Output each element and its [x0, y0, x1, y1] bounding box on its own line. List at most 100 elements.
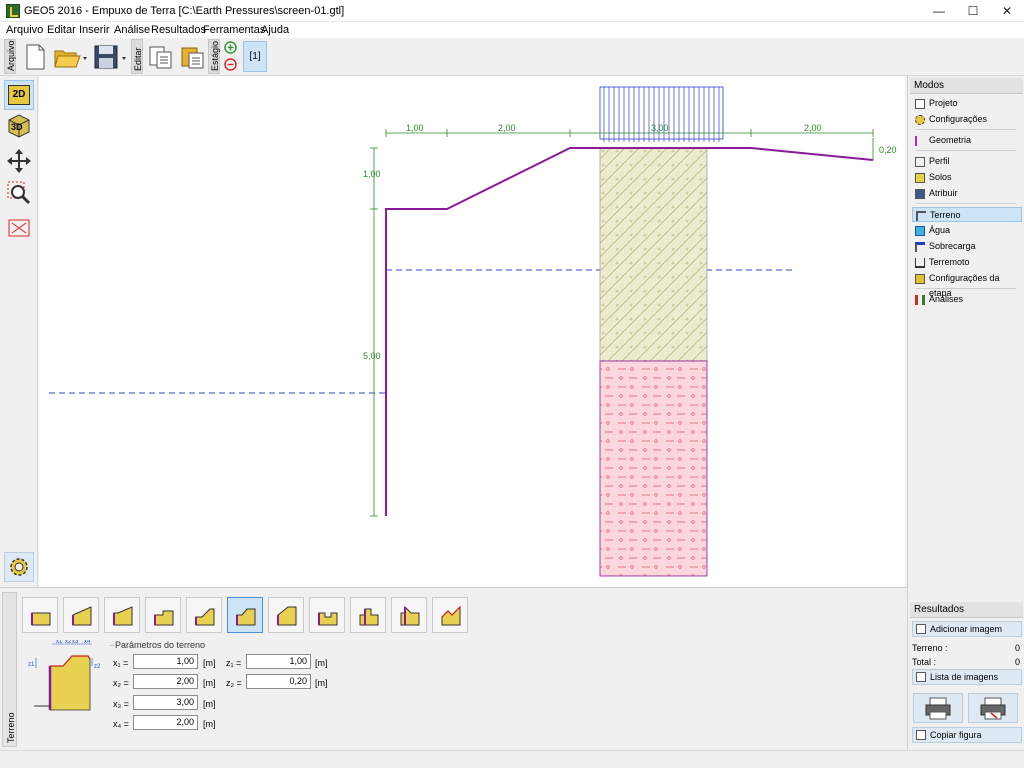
mode-projeto[interactable]: Projeto	[912, 96, 1022, 111]
z2-unit: [m]	[315, 678, 328, 688]
soils-icon	[915, 173, 925, 183]
menu-arquivo[interactable]: Arquivo	[6, 24, 43, 36]
x4-field[interactable]: 2,00	[133, 715, 198, 730]
terrain-type-2[interactable]	[63, 597, 99, 633]
results-total-row: Total : 0	[912, 657, 1022, 667]
image-list-label: Lista de imagens	[930, 672, 999, 682]
drawing-canvas[interactable]: 1,00 2,00 3,00 2,00 0,20 1,00 5,00	[39, 76, 905, 587]
image-list-button[interactable]: Lista de imagens	[912, 669, 1022, 685]
zoom-button[interactable]	[4, 178, 34, 208]
terrain-panel-tab: Terreno	[2, 592, 17, 747]
terrain-type-6[interactable]	[227, 597, 263, 633]
menu-inserir[interactable]: Inserir	[79, 24, 110, 36]
copy-data-icon	[149, 46, 172, 69]
terrain-type-5[interactable]	[186, 597, 222, 633]
view-3d-button[interactable]: 3D	[4, 111, 34, 141]
settings-button[interactable]	[4, 552, 34, 582]
mode-analises[interactable]: Análises	[912, 292, 1022, 307]
x2-label: x₂ =	[113, 678, 129, 688]
paste-data-button[interactable]	[178, 42, 208, 72]
new-file-button[interactable]	[20, 42, 50, 72]
gear-icon	[10, 558, 28, 576]
copy-figure-icon	[916, 730, 926, 740]
copy-figure-button[interactable]: Copiar figura	[912, 727, 1022, 743]
mode-solos[interactable]: Solos	[912, 170, 1022, 185]
dim-x3: 3,00	[651, 123, 669, 133]
menu-editar[interactable]: Editar	[47, 24, 76, 36]
stage-1-button[interactable]: [1]	[243, 41, 267, 72]
mode-analises-label: Análises	[929, 294, 964, 304]
open-folder-icon	[54, 50, 87, 68]
terrain-type-3[interactable]	[104, 597, 140, 633]
soil-layer-1[interactable]	[599, 147, 708, 362]
mode-atribuir[interactable]: Atribuir	[912, 186, 1022, 201]
toolbar-tab-arquivo-label: Arquivo	[6, 40, 16, 71]
diagram-x1-label: x1	[56, 640, 63, 645]
terrain-type-9[interactable]	[350, 597, 386, 633]
diagram-x3-label: x3	[72, 640, 79, 645]
mode-geometria[interactable]: Geometria	[912, 133, 1022, 148]
save-icon	[94, 45, 126, 69]
terrain-type-10[interactable]	[391, 597, 427, 633]
modes-separator	[916, 288, 1016, 289]
analysis-icon	[915, 295, 925, 305]
terrain-type-8[interactable]	[309, 597, 345, 633]
modes-separator	[916, 150, 1016, 151]
remove-stage-button[interactable]	[224, 58, 237, 71]
close-button[interactable]: ✕	[990, 0, 1024, 22]
toolbar-tab-estagio-label: Estágio	[210, 40, 220, 71]
print-preview-button[interactable]	[968, 693, 1018, 723]
soil-layer-2[interactable]	[599, 360, 708, 577]
dim-x4: 2,00	[804, 123, 822, 133]
wall-drawing: 1,00 2,00 3,00 2,00 0,20 1,00 5,00	[49, 86, 897, 577]
copy-data-button[interactable]	[146, 42, 176, 72]
minimize-button[interactable]: —	[922, 0, 956, 22]
mode-perfil[interactable]: Perfil	[912, 154, 1022, 169]
terrain-type-1[interactable]	[22, 597, 58, 633]
terrain-peak-icon	[400, 605, 420, 626]
terrain-type-7[interactable]	[268, 597, 304, 633]
x3-field[interactable]: 3,00	[133, 695, 198, 710]
mode-agua-label: Água	[929, 225, 951, 235]
mode-configuracoes-etapa[interactable]: Configurações da etapa	[912, 271, 1022, 298]
maximize-button[interactable]: ☐	[956, 0, 990, 22]
x2-field[interactable]: 2,00	[133, 674, 198, 689]
x2-unit: [m]	[203, 678, 216, 688]
mode-configuracoes[interactable]: Configurações	[912, 112, 1022, 127]
terrain-parameters-diagram: x1 x2 x3 x4 z1 z2	[28, 640, 101, 711]
menu-resultados[interactable]: Resultados	[151, 24, 206, 36]
z1-field[interactable]: 1,00	[246, 654, 311, 669]
print-button[interactable]	[913, 693, 963, 723]
add-image-button[interactable]: Adicionar imagem	[912, 621, 1022, 637]
fit-view-button[interactable]	[4, 213, 34, 243]
toolbar-tab-editar-label: Editar	[133, 47, 143, 71]
z2-label: z₂ =	[226, 678, 242, 688]
mode-terremoto[interactable]: Terremoto	[912, 255, 1022, 270]
window-title: GEO5 2016 - Empuxo de Terra [C:\Earth Pr…	[24, 5, 345, 17]
x1-label: x₁ =	[113, 658, 129, 668]
pan-button[interactable]	[4, 146, 34, 176]
open-file-button[interactable]	[52, 42, 87, 72]
view-toolbar: 2D 3D	[0, 76, 38, 587]
geometry-icon	[915, 136, 925, 146]
results-terrain-label: Terreno :	[912, 643, 948, 653]
menu-ajuda[interactable]: Ajuda	[261, 24, 289, 36]
mode-sobrecarga[interactable]: Sobrecarga	[912, 239, 1022, 254]
z2-field[interactable]: 0,20	[246, 674, 311, 689]
terrain-type-11[interactable]	[432, 597, 468, 633]
add-stage-button[interactable]	[224, 41, 237, 54]
save-file-button[interactable]	[92, 42, 126, 72]
assign-icon	[915, 189, 925, 199]
print-preview-icon	[980, 697, 1006, 720]
mode-terreno[interactable]: Terreno	[912, 207, 1022, 222]
copy-figure-label: Copiar figura	[930, 730, 982, 740]
x1-field[interactable]: 1,00	[133, 654, 198, 669]
terrain-type-4[interactable]	[145, 597, 181, 633]
menu-analise[interactable]: Análise	[114, 24, 150, 36]
mode-agua[interactable]: Água	[912, 223, 1022, 238]
x1-unit: [m]	[203, 658, 216, 668]
terrain-icon	[916, 211, 926, 221]
view-2d-button[interactable]: 2D	[4, 80, 34, 110]
menu-ferramentas[interactable]: Ferramentas	[203, 24, 265, 36]
modes-separator	[916, 129, 1016, 130]
